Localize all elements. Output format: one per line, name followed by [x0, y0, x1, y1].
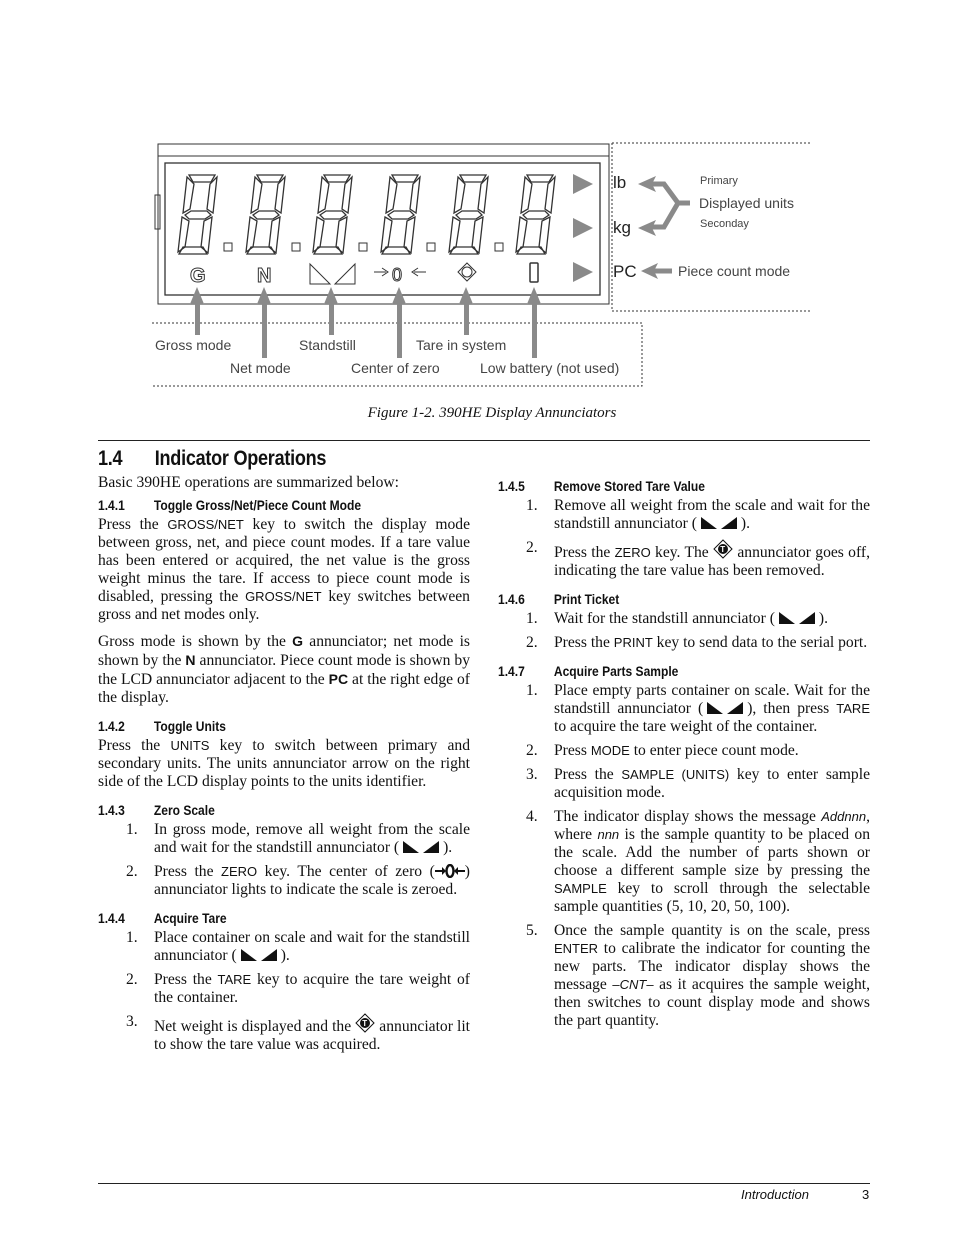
- digit-2: [245, 174, 286, 255]
- subsection-1-4-7: 1.4.7 Acquire Parts Sample 1. Place empty …: [498, 662, 870, 1030]
- piece-count-label: Piece count mode: [678, 263, 791, 279]
- footer-section: Introduction: [741, 1187, 809, 1202]
- list-item: 3. Net weight is displayed and the T annu…: [126, 1013, 470, 1053]
- standstill-icon: [700, 517, 737, 529]
- subsection-heading: 1.4.1 Toggle Gross/Net/Piece Count Mode: [98, 497, 362, 513]
- tare-icon: T: [713, 539, 733, 559]
- kg-indicator-icon: [573, 218, 593, 238]
- center-zero-annunciator-icon: 0: [374, 265, 426, 286]
- standstill-icon: [403, 841, 440, 853]
- secondary-label: Seconday: [700, 218, 749, 230]
- subsection-1-4-4: 1.4.4 Acquire Tare 1. Place container on s…: [98, 909, 470, 1054]
- subsection-1-4-1: 1.4.1 Toggle Gross/Net/Piece Count Mode P…: [98, 496, 470, 707]
- figure-caption: Figure 1-2. 390HE Display Annunciators: [367, 405, 617, 421]
- standstill-label: Standstill: [299, 337, 356, 353]
- list-item: 1. Remove all weight from the scale and w…: [526, 497, 870, 532]
- paragraph: Gross mode is shown by the G annunciator…: [98, 633, 470, 706]
- unit-callout-arrows: [650, 181, 690, 274]
- page-number: 3: [862, 1187, 870, 1202]
- footer-rule: [98, 1183, 870, 1184]
- net-annunciator-icon: N: [257, 265, 271, 287]
- displayed-units-label: Displayed units: [699, 195, 794, 211]
- list-item: 1. Place container on scale and wait for …: [126, 929, 470, 964]
- standstill-annunciator-icon: [309, 262, 356, 285]
- standstill-icon: [707, 702, 744, 714]
- net-mode-label: Net mode: [230, 360, 291, 376]
- digit-3: [312, 174, 353, 255]
- digit-6: [515, 174, 556, 255]
- digit-4: [380, 174, 421, 255]
- subsection-heading: 1.4.5 Remove Stored Tare Value: [498, 478, 705, 494]
- list-item: 2. Press the PRINT key to send data to th…: [526, 634, 868, 651]
- subsection-heading: 1.4.4 Acquire Tare: [98, 910, 227, 926]
- list-item: 5. Once the sample quantity is on the sca…: [526, 922, 870, 1029]
- subsection-heading: 1.4.6 Print Ticket: [498, 591, 620, 607]
- decimal-point: [494, 242, 504, 252]
- list-item: 1. Place empty parts container on scale. …: [526, 682, 870, 735]
- list-item: 1. Wait for the standstill annunciator ()…: [526, 610, 828, 627]
- paragraph: Press the UNITS key to switch between pr…: [98, 737, 470, 790]
- list-item: 2. Press the ZERO key. The T annunciator …: [526, 539, 870, 579]
- decimal-point: [358, 242, 368, 252]
- unit-label-kg: kg: [613, 218, 631, 237]
- paragraph: Press the GROSS/NET key to switch the di…: [98, 516, 470, 623]
- list-item: 2. Press the TARE key to acquire the tare…: [126, 971, 470, 1006]
- list-item: 4. The indicator display shows the messag…: [526, 808, 870, 915]
- standstill-icon: [778, 612, 815, 624]
- pc-indicator-icon: [573, 262, 593, 282]
- primary-label: Primary: [700, 175, 738, 187]
- digit-1: [177, 174, 218, 255]
- gross-annunciator-icon: G: [190, 265, 206, 287]
- tare-label: Tare in system: [416, 337, 507, 353]
- battery-label: Low battery (not used): [480, 360, 620, 376]
- unit-label-pc: PC: [613, 262, 637, 281]
- left-column: 1.4 Indicator Operations Basic 390HE oper…: [98, 447, 470, 1064]
- center-zero-icon: [434, 864, 465, 878]
- center-zero-label: Center of zero: [351, 360, 440, 376]
- lb-indicator-icon: [573, 174, 593, 194]
- tare-annunciator-icon: [457, 262, 477, 282]
- subsection-heading: 1.4.2 Toggle Units: [98, 718, 226, 734]
- section-heading: 1.4 Indicator Operations: [98, 447, 327, 470]
- digit-5: [448, 174, 489, 255]
- subsection-1-4-6: 1.4.6 Print Ticket 1. Wait for the standst…: [498, 590, 870, 652]
- subsection-1-4-2: 1.4.2 Toggle Units Press the UNITS key to…: [98, 717, 470, 791]
- gross-mode-label: Gross mode: [155, 337, 232, 353]
- list-item: 2. Press MODE to enter piece count mode.: [526, 742, 799, 759]
- display-annunciators-figure: G N 0 lb kg PC Primary Displayed units S…: [0, 0, 954, 430]
- right-column: 1.4.5 Remove Stored Tare Value 1. Remove a…: [498, 477, 870, 1040]
- decimal-point: [223, 242, 233, 252]
- header-rule: [98, 440, 870, 441]
- svg-text:T: T: [363, 1019, 368, 1028]
- subsection-1-4-5: 1.4.5 Remove Stored Tare Value 1. Remove a…: [498, 477, 870, 580]
- subsection-1-4-3: 1.4.3 Zero Scale 1. In gross mode, remove …: [98, 801, 470, 899]
- decimal-point: [426, 242, 436, 252]
- svg-text:0: 0: [392, 265, 402, 285]
- unit-label-lb: lb: [613, 173, 627, 192]
- list-item: 2. Press the ZERO key. The center of zero…: [126, 863, 470, 898]
- svg-text:T: T: [720, 545, 725, 554]
- list-item: 1. In gross mode, remove all weight from …: [126, 821, 470, 856]
- decimal-point: [291, 242, 301, 252]
- tare-icon: T: [355, 1013, 375, 1033]
- battery-annunciator-icon: [529, 262, 539, 283]
- subsection-heading: 1.4.7 Acquire Parts Sample: [498, 663, 679, 679]
- list-item: 3. Press the SAMPLE (UNITS) key to enter …: [526, 766, 870, 801]
- subsection-heading: 1.4.3 Zero Scale: [98, 802, 215, 818]
- standstill-icon: [240, 949, 277, 961]
- section-intro: Basic 390HE operations are summarized be…: [98, 474, 399, 491]
